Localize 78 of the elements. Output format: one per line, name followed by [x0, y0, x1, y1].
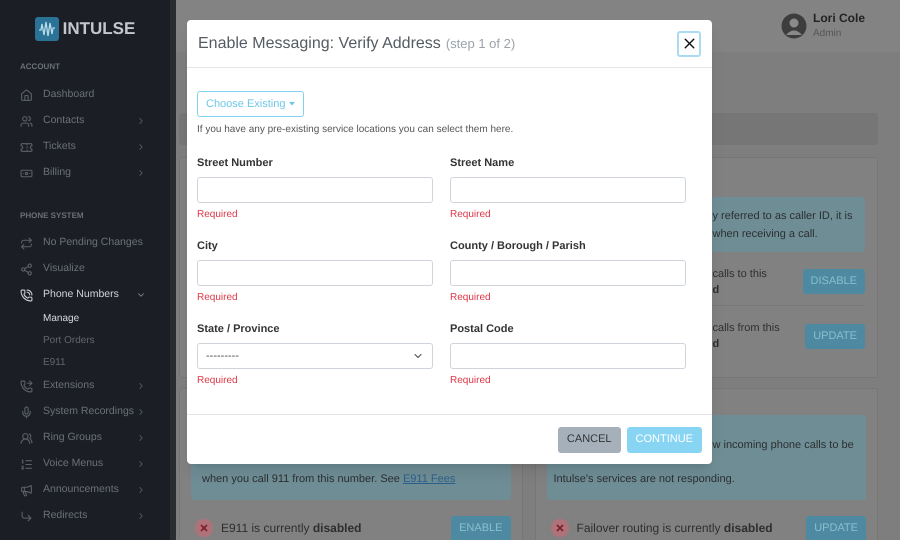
action-button[interactable]: UPDATE: [806, 516, 866, 540]
step-text: (step 1 of 2): [446, 34, 516, 53]
info-text: y referred to as caller ID, it is: [712, 209, 854, 224]
field-label: State / Province: [197, 322, 281, 337]
submenu-item[interactable]: E911: [43, 354, 66, 370]
error-text: Required: [450, 208, 492, 221]
sidebar-item[interactable]: Extensions: [0, 373, 170, 400]
phone-icon: [20, 288, 33, 302]
close-button[interactable]: [677, 30, 701, 56]
sidebar-item[interactable]: Redirects: [0, 503, 170, 530]
help-text: If you have any pre-existing service locations you can select them here.: [197, 123, 514, 137]
modal-title: Enable Messaging: Verify Address: [198, 34, 441, 54]
ticket-icon: [20, 140, 33, 154]
caret-icon: [288, 102, 294, 106]
error-text: Required: [197, 208, 239, 221]
info-text: when receiving a call.: [712, 227, 819, 242]
arrows-icon: [20, 236, 33, 250]
field-label: County / Borough / Parish: [450, 239, 587, 254]
field-label: Postal Code: [450, 322, 515, 337]
input-field[interactable]: [197, 177, 433, 203]
arrow-icon: [20, 510, 33, 523]
section-title: PHONE SYSTEM: [20, 210, 84, 222]
error-text: Required: [450, 291, 492, 304]
error-text: Required: [197, 374, 239, 387]
info-text: Intulse's services are not responding.: [554, 472, 735, 487]
field-label: Street Number: [197, 156, 274, 171]
info-text: w incoming phone calls to be: [712, 438, 854, 453]
status-text: calls to this: [712, 266, 768, 282]
action-button[interactable]: DISABLE: [802, 269, 865, 294]
logo-text: INTULSE: [62, 18, 136, 40]
users-icon: [20, 114, 33, 128]
error-text: Required: [450, 374, 492, 387]
phone-icon: [20, 380, 33, 393]
submenu-item[interactable]: Port Orders: [43, 333, 95, 348]
action-button[interactable]: UPDATE: [805, 324, 865, 348]
sidebar-item[interactable]: Announcements: [0, 477, 170, 504]
action-button[interactable]: ENABLE: [451, 516, 510, 540]
error-icon: [195, 519, 213, 537]
submenu-item[interactable]: Manage: [43, 311, 80, 326]
status-text: d: [712, 337, 720, 352]
logo-icon: [34, 17, 59, 41]
avatar-icon: [780, 13, 807, 39]
sidebar-item[interactable]: Ring Groups: [0, 425, 170, 452]
sidebar-item[interactable]: Contacts: [0, 108, 170, 134]
info-text: when you call 911 from this number. See: [202, 472, 401, 487]
home-icon: [20, 88, 33, 102]
cancel-button[interactable]: CANCEL: [558, 426, 621, 452]
sidebar-item[interactable]: Voice Menus: [0, 451, 170, 478]
status-text: calls from this: [712, 321, 781, 336]
microphone-icon: [20, 406, 33, 419]
error-text: Required: [197, 291, 239, 304]
field-label: City: [197, 239, 219, 254]
input-field[interactable]: [197, 260, 433, 286]
nodes-icon: [20, 262, 33, 276]
banknote-icon: [20, 166, 33, 180]
choose-existing-dropdown[interactable]: Choose Existing: [197, 91, 304, 117]
status-text: E911 is currently disabled: [221, 520, 363, 537]
field-label: Street Name: [450, 156, 516, 171]
numbered-list-icon: [20, 458, 33, 471]
sidebar-item[interactable]: Tickets: [0, 134, 170, 160]
sidebar-item[interactable]: Visualize: [0, 256, 170, 282]
status-text: d: [712, 282, 720, 298]
users-icon: [20, 432, 33, 445]
megaphone-icon: [20, 484, 33, 497]
state-select[interactable]: ---------: [197, 343, 433, 369]
user-name: Lori Cole: [812, 11, 865, 26]
sidebar-item[interactable]: System Recordings: [0, 399, 170, 426]
input-field[interactable]: [450, 260, 686, 286]
status-text: Failover routing is currently disabled: [576, 520, 774, 537]
fees-link[interactable]: E911 Fees: [402, 471, 456, 488]
sidebar-item[interactable]: Phone Numbers: [0, 282, 170, 308]
input-field[interactable]: [450, 343, 686, 369]
sidebar-item[interactable]: Dashboard: [0, 82, 170, 108]
error-icon: [550, 519, 568, 537]
input-field[interactable]: [450, 177, 686, 203]
section-title: ACCOUNT: [20, 61, 60, 73]
sidebar-item[interactable]: Billing: [0, 160, 170, 186]
sidebar-item[interactable]: No Pending Changes: [0, 230, 170, 256]
